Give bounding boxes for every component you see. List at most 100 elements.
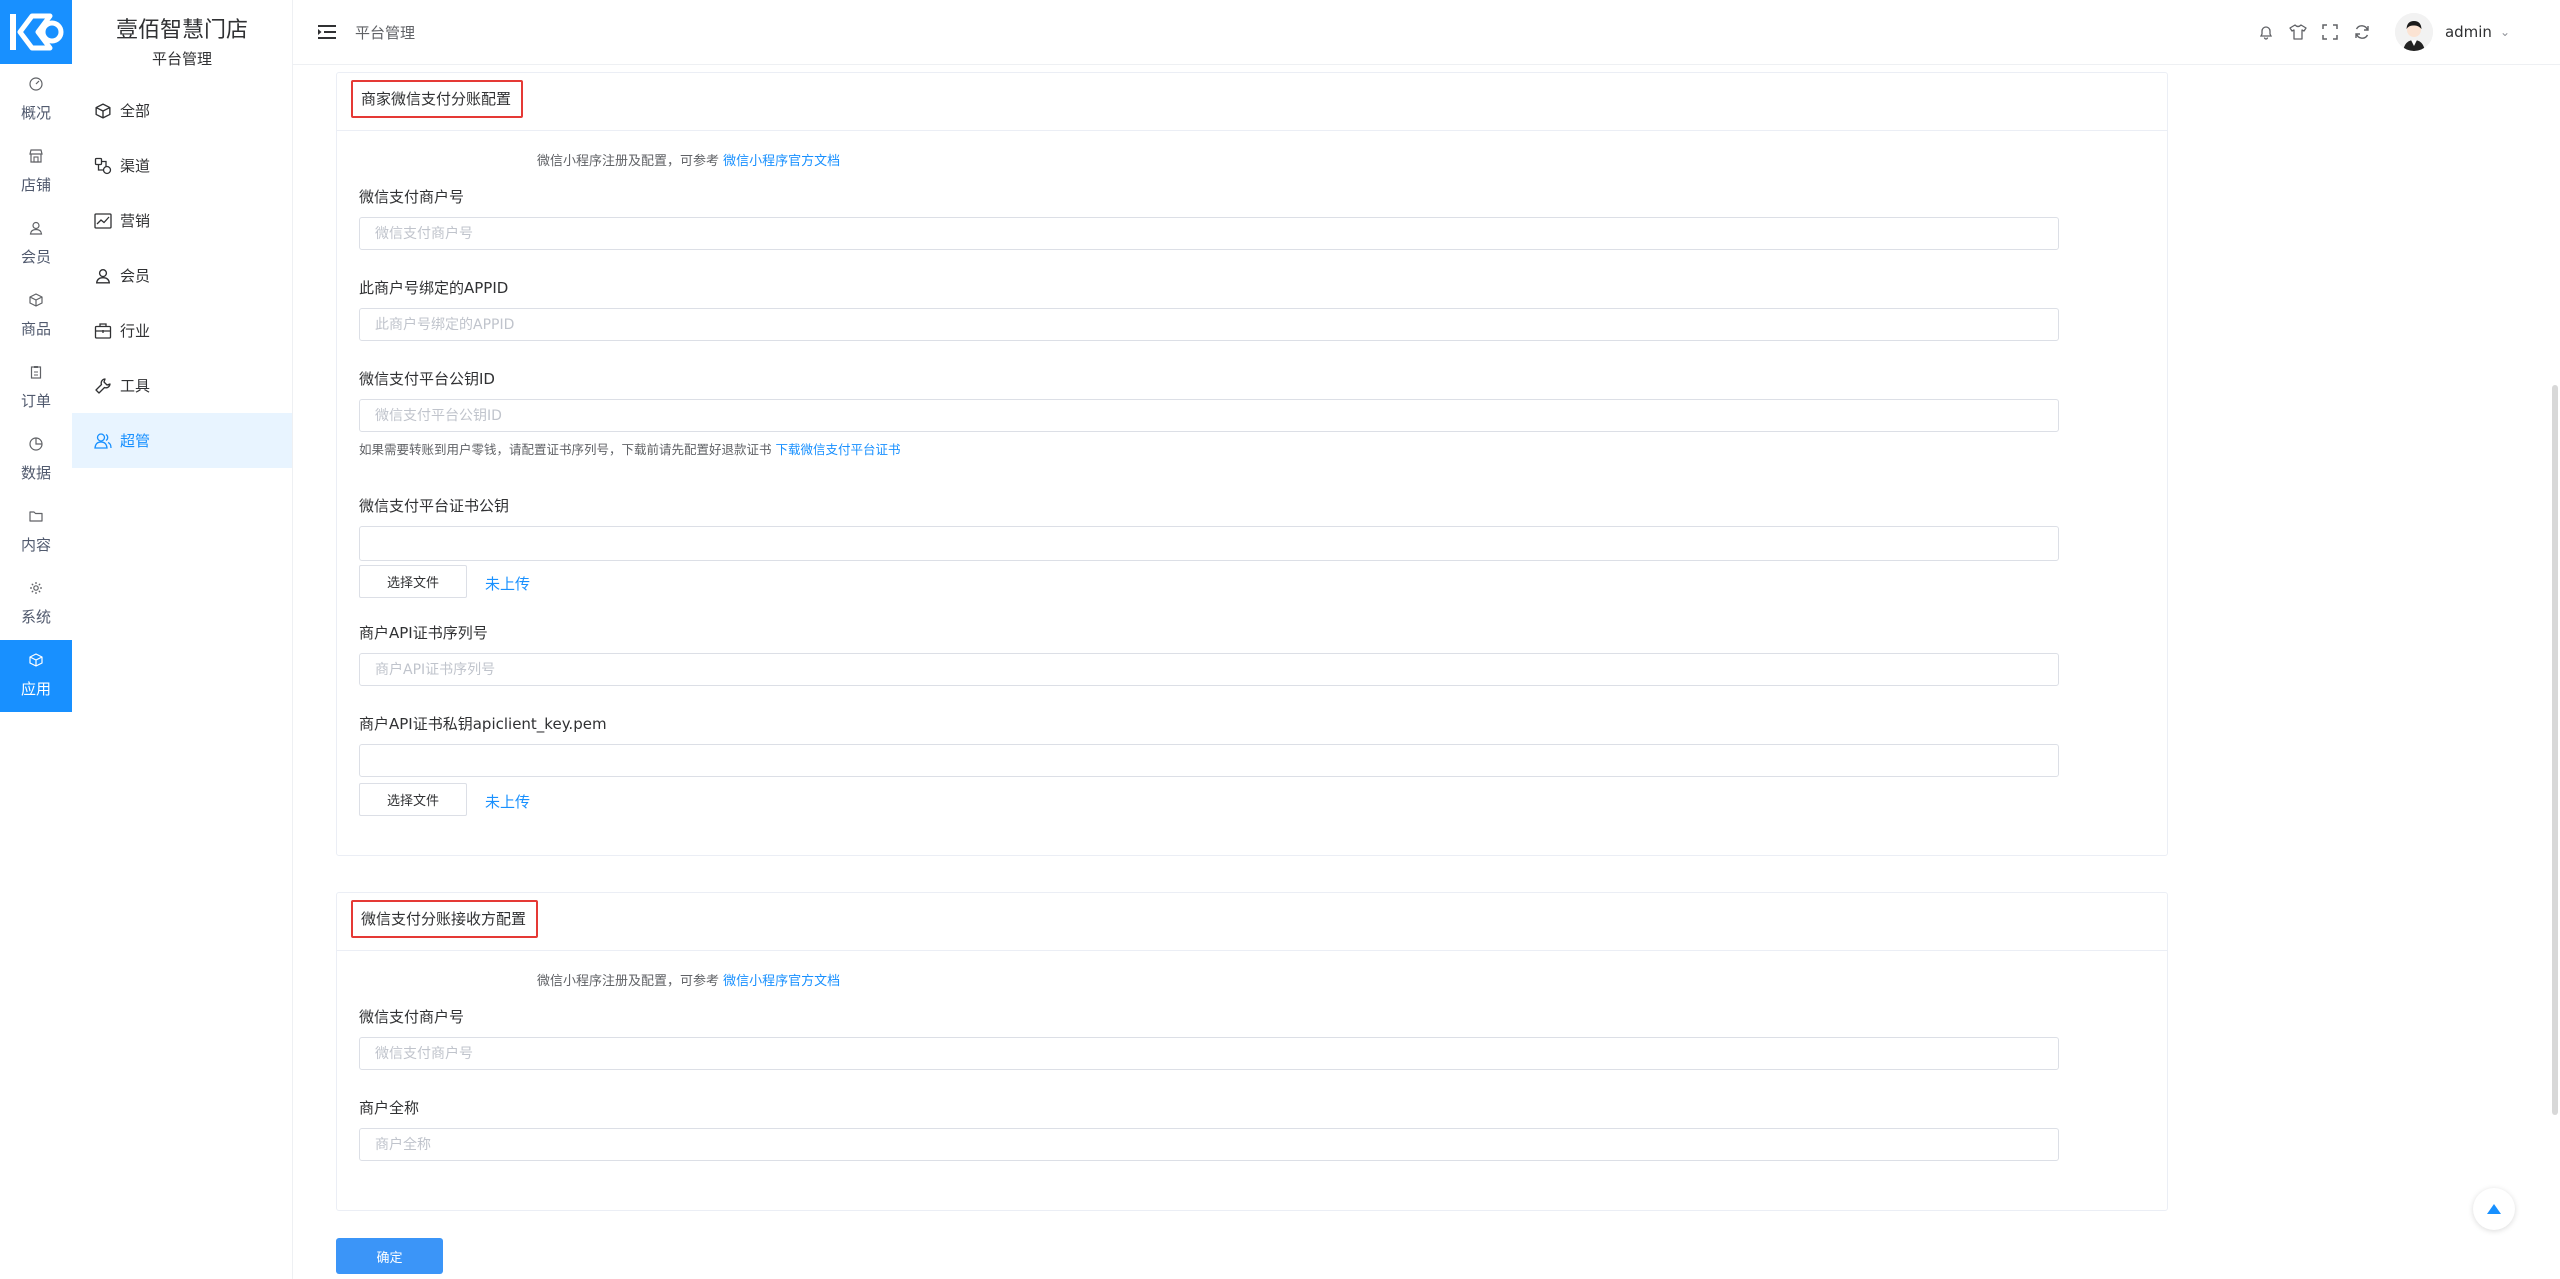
- admin-users-icon: [94, 432, 112, 450]
- choose-file-button[interactable]: 选择文件: [359, 565, 467, 598]
- rail-item-label: 内容: [20, 536, 51, 554]
- help-text-label: 微信小程序注册及配置，可参考: [537, 154, 720, 169]
- rail-item-5[interactable]: 数据: [0, 424, 72, 496]
- store-name: 壹佰智慧门店: [115, 18, 248, 43]
- receiver-merchant-id-input[interactable]: [359, 1037, 2059, 1070]
- api-serial-input[interactable]: [359, 653, 2059, 686]
- dashboard-icon: [29, 77, 43, 96]
- trend-icon: [94, 212, 112, 230]
- merchant-id-label: 微信支付商户号: [359, 188, 465, 206]
- refresh-icon[interactable]: [2351, 21, 2373, 43]
- appid-input[interactable]: [359, 308, 2059, 341]
- rail-item-6[interactable]: 内容: [0, 496, 72, 568]
- menu-collapse-button[interactable]: [317, 22, 337, 42]
- confirm-button[interactable]: 确定: [336, 1238, 443, 1274]
- user-icon: [94, 267, 112, 285]
- sidebar-item-1[interactable]: 渠道: [72, 138, 292, 193]
- card-header: 微信支付分账接收方配置: [337, 893, 2167, 951]
- folder-icon: [29, 509, 43, 528]
- rail-item-2[interactable]: 会员: [0, 208, 72, 280]
- user-name[interactable]: admin: [2445, 23, 2492, 41]
- rail-item-4[interactable]: 订单: [0, 352, 72, 424]
- receiver-config-card: 微信支付分账接收方配置 微信小程序注册及配置，可参考 微信小程序官方文档 微信支…: [336, 892, 2168, 1211]
- sidebar-item-label: 全部: [120, 102, 151, 120]
- platform-key-id-label: 微信支付平台公钥ID: [359, 370, 495, 388]
- secondary-sidebar: 壹佰智慧门店 平台管理 全部渠道营销会员行业工具超管: [72, 0, 293, 1279]
- sidebar-item-2[interactable]: 营销: [72, 193, 292, 248]
- sidebar-item-0[interactable]: 全部: [72, 83, 292, 138]
- user-icon: [29, 221, 43, 240]
- back-to-top-button[interactable]: [2473, 1188, 2515, 1230]
- header-toolbar: admin ⌄: [2245, 13, 2510, 51]
- sidebar-menu: 全部渠道营销会员行业工具超管: [72, 83, 292, 468]
- rail-item-label: 应用: [20, 680, 51, 698]
- rail-item-label: 数据: [20, 464, 51, 482]
- menu-fold-icon: [318, 25, 336, 39]
- primary-nav-rail: 概况店铺会员商品订单数据内容系统应用: [0, 0, 73, 1279]
- cube-icon: [94, 102, 112, 120]
- help-text: 微信小程序注册及配置，可参考 微信小程序官方文档: [537, 970, 840, 989]
- sidebar-item-4[interactable]: 行业: [72, 303, 292, 358]
- sidebar-item-label: 会员: [120, 267, 151, 285]
- briefcase-icon: [94, 322, 112, 340]
- sidebar-item-6[interactable]: 超管: [72, 413, 292, 468]
- api-key-input[interactable]: [359, 744, 2059, 777]
- platform-cert-label: 微信支付平台证书公钥: [359, 497, 510, 515]
- platform-key-note-text: 如果需要转账到用户零钱，请配置证书序列号，下载前请先配置好退款证书: [359, 442, 772, 457]
- sidebar-item-3[interactable]: 会员: [72, 248, 292, 303]
- gear-icon: [29, 581, 43, 600]
- box-icon: [29, 293, 43, 312]
- platform-key-id-input[interactable]: [359, 399, 2059, 432]
- sidebar-item-label: 营销: [120, 212, 151, 230]
- rail-item-0[interactable]: 概况: [0, 64, 72, 136]
- pie-chart-icon: [29, 437, 43, 456]
- clipboard-icon: [29, 365, 43, 384]
- main-content: 商家微信支付分账配置 微信小程序注册及配置，可参考 微信小程序官方文档 微信支付…: [293, 65, 2560, 1279]
- download-cert-link[interactable]: 下载微信支付平台证书: [776, 442, 901, 457]
- chevron-down-icon[interactable]: ⌄: [2500, 25, 2510, 39]
- rail-item-label: 订单: [20, 392, 51, 410]
- arrow-up-icon: [2487, 1204, 2501, 1214]
- sidebar-item-label: 渠道: [120, 157, 151, 175]
- bell-icon[interactable]: [2255, 21, 2277, 43]
- merchant-full-name-input[interactable]: [359, 1128, 2059, 1161]
- rail-item-7[interactable]: 系统: [0, 568, 72, 640]
- merchant-id-input[interactable]: [359, 217, 2059, 250]
- store-icon: [29, 149, 43, 168]
- rail-item-label: 会员: [20, 248, 51, 266]
- help-text-label: 微信小程序注册及配置，可参考: [537, 974, 720, 989]
- rail-item-1[interactable]: 店铺: [0, 136, 72, 208]
- avatar[interactable]: [2394, 13, 2433, 51]
- platform-key-note: 如果需要转账到用户零钱，请配置证书序列号，下载前请先配置好退款证书 下载微信支付…: [359, 439, 901, 458]
- app-logo[interactable]: [0, 0, 72, 64]
- api-key-label: 商户API证书私钥apiclient_key.pem: [359, 715, 607, 733]
- store-subtitle: 平台管理: [151, 50, 212, 68]
- rail-item-label: 店铺: [20, 176, 51, 194]
- merchant-split-config-card: 商家微信支付分账配置 微信小程序注册及配置，可参考 微信小程序官方文档 微信支付…: [336, 72, 2168, 856]
- rail-item-8[interactable]: 应用: [0, 640, 72, 712]
- docs-link[interactable]: 微信小程序官方文档: [723, 974, 840, 989]
- page-scrollbar[interactable]: [2552, 385, 2558, 1115]
- logo-icon: [10, 13, 64, 51]
- section-title: 微信支付分账接收方配置: [351, 900, 539, 938]
- fullscreen-icon[interactable]: [2319, 21, 2341, 43]
- sidebar-item-label: 工具: [120, 377, 151, 395]
- rail-item-label: 系统: [20, 608, 51, 626]
- cube-icon: [29, 653, 43, 672]
- choose-file-button-2[interactable]: 选择文件: [359, 783, 467, 816]
- appid-label: 此商户号绑定的APPID: [359, 279, 509, 297]
- channel-icon: [94, 157, 112, 175]
- merchant-full-name-label: 商户全称: [359, 1099, 420, 1117]
- rail-item-3[interactable]: 商品: [0, 280, 72, 352]
- sidebar-item-5[interactable]: 工具: [72, 358, 292, 413]
- docs-link[interactable]: 微信小程序官方文档: [723, 154, 840, 169]
- card-header: 商家微信支付分账配置: [337, 73, 2167, 131]
- breadcrumb: 平台管理: [355, 23, 416, 42]
- rail-item-label: 概况: [20, 104, 51, 122]
- sidebar-item-label: 超管: [120, 432, 151, 450]
- shirt-icon[interactable]: [2287, 21, 2309, 43]
- upload-status: 未上传: [485, 575, 531, 593]
- wrench-icon: [94, 377, 112, 395]
- help-text: 微信小程序注册及配置，可参考 微信小程序官方文档: [537, 150, 840, 169]
- platform-cert-input[interactable]: [359, 526, 2059, 561]
